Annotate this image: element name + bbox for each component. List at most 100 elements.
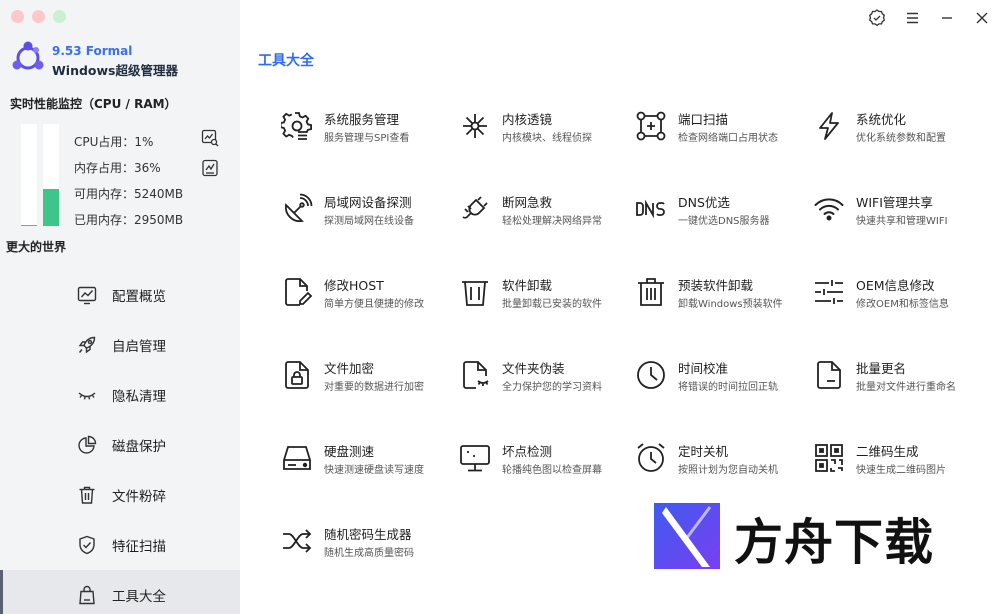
tool-batch-rename[interactable]: 批量更名 批量对文件进行重命名 <box>813 356 983 406</box>
dns-icon <box>636 199 665 219</box>
tool-name: DNS优选 <box>678 195 730 210</box>
tool-random-password[interactable]: 随机密码生成器 随机生成高质量密码 <box>281 522 451 572</box>
tool-folder-disguise[interactable]: 文件夹伪装 全力保护您的学习资料 <box>459 356 629 406</box>
tool-dead-pixel[interactable]: 坏点检测 轮播纯色图以检查屏幕 <box>459 439 629 489</box>
tool-desc: 卸载Windows预装软件 <box>678 299 783 310</box>
tool-system-optimize[interactable]: 系统优化 优化系统参数和配置 <box>813 107 983 157</box>
tool-desc: 探测局域网在线设备 <box>324 216 414 227</box>
tool-lan-detect[interactable]: 局域网设备探测 探测局域网在线设备 <box>281 190 451 240</box>
tool-name: 系统优化 <box>856 112 907 127</box>
watermark-text: 方舟下载 <box>734 514 935 571</box>
shuffle-icon <box>283 529 312 553</box>
tool-dns-select[interactable]: DNS优选 一键优选DNS服务器 <box>635 190 805 240</box>
cpu-bar-fill <box>21 224 37 226</box>
sidebar: 9.53 Formal Windows超级管理器 实时性能监控（CPU / RA… <box>0 0 240 614</box>
tool-name: 时间校准 <box>678 361 729 376</box>
tool-qr-generate[interactable]: 二维码生成 快速生成二维码图片 <box>813 439 983 489</box>
tool-name: 系统服务管理 <box>324 112 400 127</box>
lightning-icon <box>819 112 839 140</box>
tool-name: OEM信息修改 <box>856 278 935 293</box>
menu-icon[interactable] <box>902 8 922 28</box>
tool-preinstall-uninstall[interactable]: 预装软件卸载 卸载Windows预装软件 <box>635 273 805 323</box>
tool-name: 修改HOST <box>324 278 384 293</box>
clock-icon <box>637 361 665 389</box>
tool-desc: 将错误的时间拉回正轨 <box>678 382 778 393</box>
rocket-icon <box>78 336 96 354</box>
tool-file-encrypt[interactable]: 文件加密 对重要的数据进行加密 <box>281 356 451 406</box>
tool-desc: 检查网络端口占用状态 <box>678 133 778 144</box>
tool-name: 软件卸载 <box>502 278 553 293</box>
available-memory: 可用内存：5240MB <box>74 187 184 201</box>
nav-label: 配置概览 <box>112 289 166 305</box>
close-dot[interactable] <box>11 10 24 23</box>
wifi-icon <box>814 198 844 221</box>
tool-edit-host[interactable]: 修改HOST 简单方便且便捷的修改 <box>281 273 451 323</box>
shield-check-icon <box>79 535 95 555</box>
tool-desc: 随机生成高质量密码 <box>324 548 414 559</box>
sliders-icon <box>815 280 843 304</box>
tool-name: 断网急救 <box>502 195 553 210</box>
lock-file-icon <box>285 361 309 389</box>
tool-time-sync[interactable]: 时间校准 将错误的时间拉回正轨 <box>635 356 805 406</box>
tool-system-service[interactable]: 系统服务管理 服务管理与SPI查看 <box>281 107 451 157</box>
tool-name: 定时关机 <box>678 444 729 459</box>
nav-item-privacy[interactable]: 隐私清理 <box>0 370 240 420</box>
disguise-file-icon <box>463 361 489 389</box>
memory-bar <box>43 124 59 226</box>
nav-item-disk[interactable]: 磁盘保护 <box>0 420 240 470</box>
zoom-dot[interactable] <box>53 10 66 23</box>
nav-label: 磁盘保护 <box>112 439 166 455</box>
app-logo-icon <box>12 41 44 70</box>
window-traffic-lights <box>11 10 66 23</box>
nav-item-tools[interactable]: 工具大全 <box>0 570 240 614</box>
tool-desc: 快速共享和管理WIFI <box>856 216 948 227</box>
tool-name: 二维码生成 <box>856 444 919 459</box>
tool-port-scan[interactable]: 端口扫描 检查网络端口占用状态 <box>635 107 805 157</box>
verified-badge-icon[interactable] <box>867 8 887 28</box>
tool-uninstall[interactable]: 软件卸载 批量卸载已安装的软件 <box>459 273 629 323</box>
tool-name: 随机密码生成器 <box>324 527 412 542</box>
tool-desc: 轻松处理解决网络异常 <box>502 216 602 227</box>
nav-item-scan[interactable]: 特征扫描 <box>0 520 240 570</box>
radar-dish-icon <box>284 193 313 223</box>
gear-service-icon <box>281 112 312 140</box>
tool-desc: 内核模块、线程侦探 <box>502 133 592 144</box>
sidebar-nav: 配置概览 自启管理 隐私清理 磁盘保护 文件粉碎 特征扫描 工具大全 <box>0 270 240 614</box>
tool-name: 文件夹伪装 <box>502 361 565 376</box>
rename-file-icon <box>817 361 841 389</box>
tool-name: 硬盘测速 <box>324 444 375 459</box>
port-scan-icon <box>636 111 666 141</box>
tool-desc: 全力保护您的学习资料 <box>502 382 602 393</box>
tool-disk-speed[interactable]: 硬盘测速 快速测速硬盘读写速度 <box>281 439 451 489</box>
tool-desc: 快速测速硬盘读写速度 <box>324 465 424 476</box>
minimize-icon[interactable] <box>937 8 957 28</box>
bag-icon <box>79 585 95 605</box>
memory-usage: 内存占用：36% <box>74 161 161 175</box>
tool-desc: 批量对文件进行重命名 <box>856 382 956 393</box>
tool-name: 文件加密 <box>324 361 375 376</box>
tool-scheduled-shutdown[interactable]: 定时关机 按照计划为您自动关机 <box>635 439 805 489</box>
tool-kernel-lens[interactable]: 内核透镜 内核模块、线程侦探 <box>459 107 629 157</box>
watermark-logo-icon <box>654 503 720 569</box>
tool-desc: 对重要的数据进行加密 <box>324 382 424 393</box>
tool-name: 端口扫描 <box>678 112 729 127</box>
trash-icon <box>79 486 95 504</box>
tool-wifi-share[interactable]: WIFI管理共享 快速共享和管理WIFI <box>813 190 983 240</box>
nav-item-startup[interactable]: 自启管理 <box>0 320 240 370</box>
alarm-clock-icon <box>637 443 665 472</box>
minimize-dot[interactable] <box>32 10 45 23</box>
memory-detail-icon[interactable] <box>201 159 219 177</box>
nav-item-overview[interactable]: 配置概览 <box>0 270 240 320</box>
cpu-detail-icon[interactable] <box>201 129 219 147</box>
edit-file-icon <box>285 278 313 306</box>
nav-item-shred[interactable]: 文件粉碎 <box>0 470 240 520</box>
plug-icon <box>462 196 488 219</box>
tool-desc: 服务管理与SPI查看 <box>324 133 410 144</box>
nav-label: 工具大全 <box>112 589 166 605</box>
close-icon[interactable] <box>972 8 992 28</box>
tool-desc: 轮播纯色图以检查屏幕 <box>502 465 602 476</box>
tool-name: 局域网设备探测 <box>324 195 412 210</box>
tool-oem-edit[interactable]: OEM信息修改 修改OEM和标签信息 <box>813 273 983 323</box>
app-name: Windows超级管理器 <box>52 63 178 78</box>
tool-network-rescue[interactable]: 断网急救 轻松处理解决网络异常 <box>459 190 629 240</box>
